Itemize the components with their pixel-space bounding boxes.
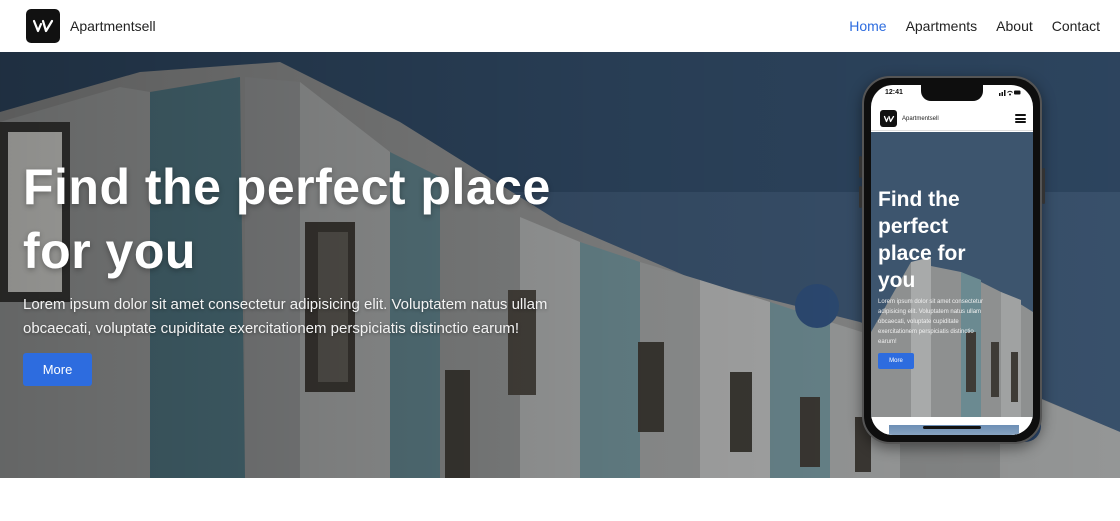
phone-hero-description: Lorem ipsum dolor sit amet consectetur a… — [878, 297, 1003, 347]
phone-home-indicator — [923, 426, 981, 429]
phone-title-line: place for — [878, 242, 966, 265]
hero-title: Find the perfect place for you — [23, 155, 603, 283]
navbar: Apartmentsell Home Apartments About Cont… — [0, 0, 1120, 52]
hero-title-line-1: Find the perfect place — [23, 159, 551, 215]
brand-link[interactable]: Apartmentsell — [26, 9, 156, 43]
phone-status-time: 12:41 — [885, 89, 903, 96]
hero-section: Find the perfect place for you Lorem ips… — [0, 52, 1120, 478]
phone-text-line: adipisicing elit. Voluptatem natus ullam — [878, 309, 982, 315]
brand-name: Apartmentsell — [70, 18, 156, 34]
phone-notch — [921, 85, 983, 101]
phone-title-line: you — [878, 269, 916, 292]
apartmentsell-logo-icon — [26, 9, 60, 43]
nav-link-home[interactable]: Home — [849, 18, 886, 34]
phone-text-line: Lorem ipsum dolor sit amet consectetur — [878, 299, 984, 305]
phone-hero-content: Find the perfect place for you Lorem ips… — [878, 186, 1003, 369]
nav-link-contact[interactable]: Contact — [1052, 18, 1100, 34]
phone-side-button — [859, 186, 862, 208]
signal-wifi-battery-icon — [999, 90, 1021, 96]
phone-mockup: 12:41 Apartmentsell Find the perfect pla… — [859, 76, 1045, 444]
nav-links: Home Apartments About Contact — [849, 18, 1100, 34]
hero-description-line-2: obcaecati, voluptate cupiditate exercita… — [23, 320, 520, 337]
phone-hero-title: Find the perfect place for you — [878, 186, 1003, 294]
phone-text-line: earum! — [878, 339, 897, 345]
hamburger-menu-icon[interactable] — [1015, 114, 1026, 123]
nav-link-apartments[interactable]: Apartments — [906, 18, 978, 34]
phone-navbar: Apartmentsell — [871, 107, 1033, 131]
more-button[interactable]: More — [23, 353, 92, 386]
phone-side-button — [1042, 168, 1045, 204]
hero-content: Find the perfect place for you Lorem ips… — [23, 155, 603, 386]
phone-screen: 12:41 Apartmentsell Find the perfect pla… — [871, 85, 1033, 435]
hero-description-line-1: Lorem ipsum dolor sit amet consectetur a… — [23, 296, 548, 313]
hero-title-line-2: for you — [23, 223, 196, 279]
phone-hero: Find the perfect place for you Lorem ips… — [871, 132, 1033, 417]
hero-description: Lorem ipsum dolor sit amet consectetur a… — [23, 293, 603, 341]
phone-side-button — [859, 156, 862, 178]
phone-brand[interactable]: Apartmentsell — [880, 110, 939, 127]
phone-title-line: perfect — [878, 215, 949, 238]
phone-status-icons — [999, 89, 1021, 98]
phone-text-line: exercitationem perspiciatis distinctio — [878, 329, 974, 335]
phone-text-line: obcaecati, voluptate cupiditate — [878, 319, 959, 325]
phone-brand-name: Apartmentsell — [902, 115, 939, 122]
phone-title-line: Find the — [878, 188, 960, 211]
phone-more-button[interactable]: More — [878, 353, 914, 369]
nav-link-about[interactable]: About — [996, 18, 1033, 34]
apartmentsell-logo-icon — [880, 110, 897, 127]
